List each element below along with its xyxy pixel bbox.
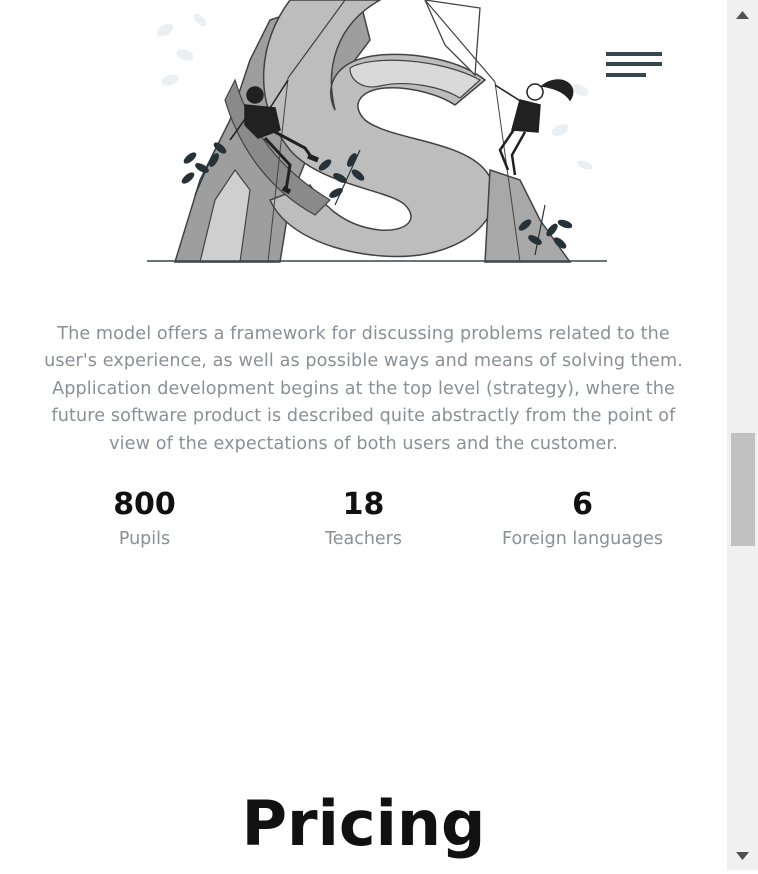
triangle-down-icon: [736, 852, 749, 860]
stat-label: Teachers: [325, 529, 402, 549]
about-description: The model offers a framework for discuss…: [44, 323, 683, 454]
scroll-thumb[interactable]: [731, 433, 755, 546]
scroll-down-button[interactable]: [727, 840, 758, 870]
stat-pupils: 800 Pupils: [35, 485, 254, 565]
scroll-up-button[interactable]: [727, 0, 758, 30]
menu-button[interactable]: [604, 50, 664, 82]
pricing-heading: Pricing: [241, 787, 486, 860]
stat-teachers: 18 Teachers: [254, 485, 473, 565]
stat-value: 800: [113, 487, 176, 522]
triangle-up-icon: [736, 11, 749, 19]
vertical-scrollbar[interactable]: [727, 0, 758, 870]
hamburger-icon: [606, 52, 662, 77]
stat-label: Pupils: [118, 529, 171, 549]
page-viewport: The model offers a framework for discuss…: [0, 0, 727, 870]
stat-foreign-languages: 6 Foreign languages: [473, 485, 692, 565]
stats-row: 800 Pupils 18 Teachers 6 Foreign languag…: [35, 485, 692, 565]
climbing-letter-s-illustration: [147, 0, 607, 263]
stat-label: Foreign languages: [502, 529, 663, 549]
stat-value: 6: [572, 487, 593, 522]
stat-value: 18: [342, 487, 385, 522]
